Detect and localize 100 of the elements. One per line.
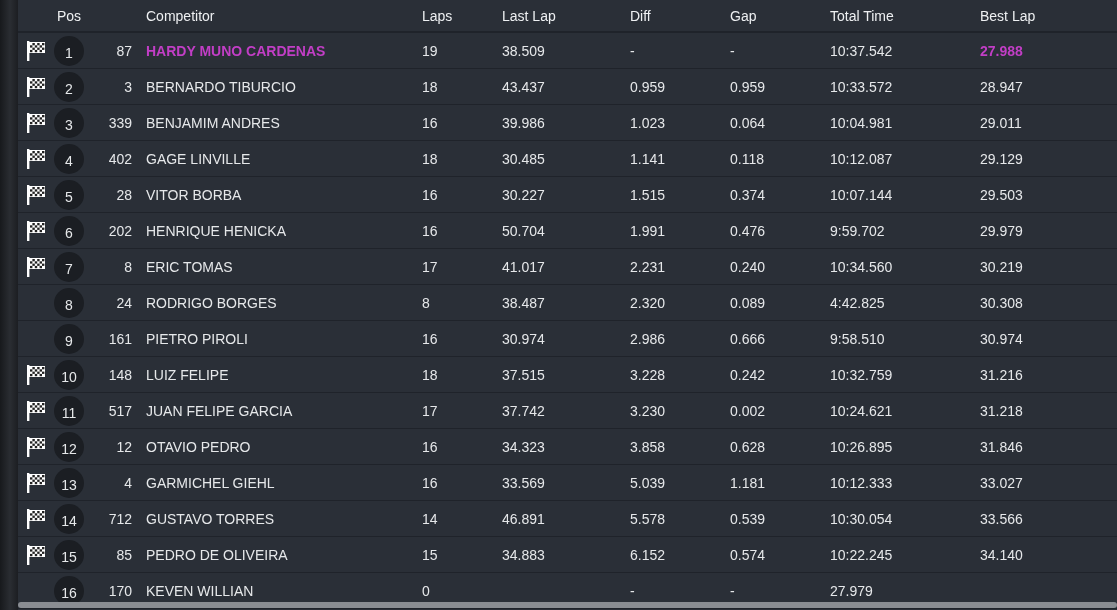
table-cell: 19: [422, 42, 438, 59]
table-cell: 50.704: [502, 222, 545, 239]
competitor-name: GUSTAVO TORRES: [146, 510, 275, 527]
table-cell: 1.515: [630, 186, 666, 203]
competitor-name: GAGE LINVILLE: [146, 150, 251, 167]
table-cell: 30.485: [502, 150, 545, 167]
table-cell: 0.374: [730, 186, 766, 203]
position-badge: 8: [54, 287, 84, 318]
competitor-name: PEDRO DE OLIVEIRA: [146, 546, 288, 563]
table-cell: 18: [422, 366, 438, 383]
table-cell: 37.515: [502, 366, 545, 383]
position-badge: 12: [54, 431, 84, 462]
table-cell: -: [730, 582, 735, 599]
table-cell: 15: [422, 546, 438, 563]
column-header: Gap: [730, 7, 757, 24]
column-header: Total Time: [830, 7, 894, 24]
table-cell: 17: [422, 402, 438, 419]
competitor-name: HENRIQUE HENICKA: [146, 222, 287, 239]
table-cell: 0.666: [730, 330, 766, 347]
table-cell: 87: [116, 42, 132, 59]
table-cell: 0.959: [730, 78, 766, 95]
position-badge: 9: [54, 323, 84, 354]
table-cell: 3.230: [630, 402, 666, 419]
table-cell: 0.064: [730, 114, 766, 131]
table-cell: 10:04.981: [830, 114, 893, 131]
table-cell: 5.578: [630, 510, 666, 527]
table-cell: 0.476: [730, 222, 766, 239]
competitor-name: BENJAMIM ANDRES: [146, 114, 280, 131]
competitor-name: RODRIGO BORGES: [146, 294, 277, 311]
table-cell: 34.140: [980, 546, 1023, 563]
table-cell: 3.858: [630, 438, 666, 455]
table-cell: 16: [422, 114, 438, 131]
table-cell: 202: [108, 222, 132, 239]
table-cell: 30.227: [502, 186, 545, 203]
table-cell: 9:58.510: [830, 330, 885, 347]
table-cell: 28.947: [980, 78, 1023, 95]
table-cell: 0: [422, 582, 430, 599]
table-cell: 3.228: [630, 366, 666, 383]
table-cell: 34.883: [502, 546, 545, 563]
table-cell: 1.023: [630, 114, 666, 131]
position-badge: 1: [54, 35, 84, 66]
position-badge: 5: [54, 179, 84, 210]
table-cell: 10:12.087: [830, 150, 893, 167]
table-cell: 0.240: [730, 258, 766, 275]
competitor-name: GARMICHEL GIEHL: [146, 474, 275, 491]
table-cell: 0.959: [630, 78, 666, 95]
table-cell: 148: [108, 366, 132, 383]
table-cell: 33.027: [980, 474, 1023, 491]
table-cell: 9:59.702: [830, 222, 885, 239]
table-cell: 31.216: [980, 366, 1023, 383]
table-cell: 0.118: [730, 150, 764, 167]
position-badge: 14: [54, 503, 84, 534]
table-cell: 1.991: [630, 222, 666, 239]
table-cell: -: [630, 582, 635, 599]
table-cell: 10:37.542: [830, 42, 893, 59]
table-cell: 16: [422, 438, 438, 455]
table-cell: 3: [124, 78, 132, 95]
table-cell: 30.974: [980, 330, 1023, 347]
position-badge: 7: [54, 251, 84, 282]
scrollbar-thumb[interactable]: [18, 602, 1117, 608]
table-cell: 0.089: [730, 294, 766, 311]
table-cell: 0.539: [730, 510, 766, 527]
table-cell: 29.979: [980, 222, 1023, 239]
table-cell: 339: [108, 114, 132, 131]
position-badge: 10: [54, 359, 84, 390]
table-cell: 30.974: [502, 330, 545, 347]
table-cell: 10:12.333: [830, 474, 893, 491]
table-cell: 0.628: [730, 438, 766, 455]
table-cell: 30.308: [980, 294, 1023, 311]
competitor-name: KEVEN WILLIAN: [146, 582, 254, 599]
table-cell: 10:24.621: [830, 402, 893, 419]
table-cell: 28: [116, 186, 132, 203]
table-cell: 1.141: [630, 150, 666, 167]
competitor-name: VITOR BORBA: [146, 186, 242, 203]
table-cell: 1.181: [730, 474, 766, 491]
table-cell: 16: [422, 222, 438, 239]
table-cell: 0.002: [730, 402, 766, 419]
column-header: Diff: [630, 7, 651, 24]
competitor-name: OTAVIO PEDRO: [146, 438, 251, 455]
column-header: Best Lap: [980, 7, 1036, 24]
table-cell: 170: [108, 582, 132, 599]
table-cell: -: [630, 42, 635, 59]
table-cell: 10:07.144: [830, 186, 893, 203]
table-cell: 402: [108, 150, 132, 167]
table-cell: 16: [422, 186, 438, 203]
table-cell: 33.566: [980, 510, 1023, 527]
table-cell: 161: [108, 330, 132, 347]
table-cell: 10:34.560: [830, 258, 893, 275]
table-cell: 8: [124, 258, 132, 275]
table-cell: 4:42.825: [830, 294, 885, 311]
position-badge: 11: [54, 395, 84, 426]
table-cell: 12: [116, 438, 132, 455]
table-cell: 30.219: [980, 258, 1023, 275]
position-badge: 4: [54, 143, 84, 174]
table-cell: 29.503: [980, 186, 1023, 203]
table-cell: 10:22.245: [830, 546, 893, 563]
position-badge: 13: [54, 467, 84, 498]
position-badge: 2: [54, 71, 84, 102]
table-cell: 31.846: [980, 438, 1023, 455]
table-cell: 29.129: [980, 150, 1023, 167]
